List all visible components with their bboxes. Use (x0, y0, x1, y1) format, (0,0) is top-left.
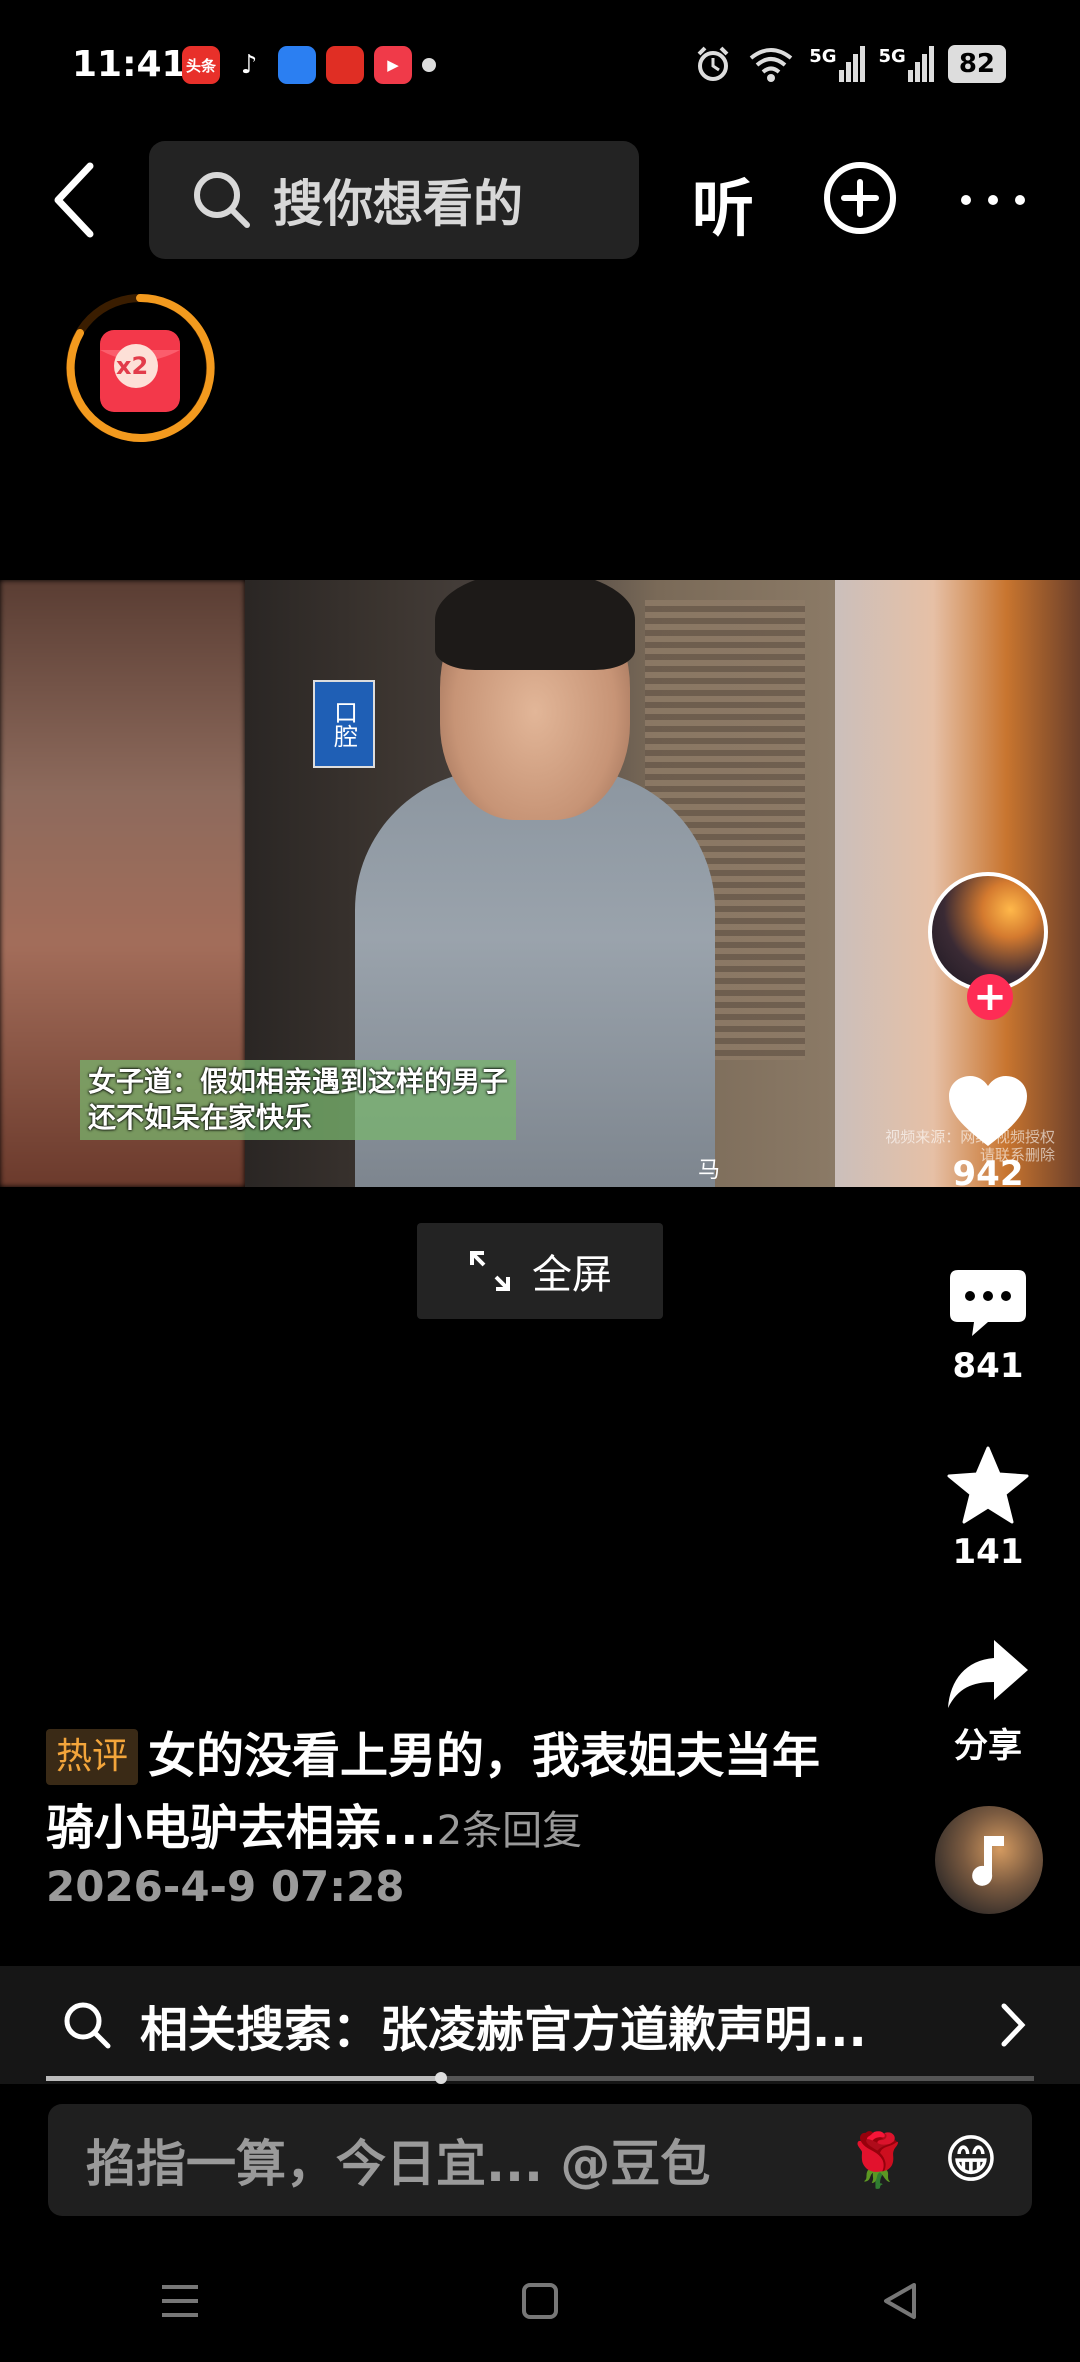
comment-button[interactable]: 841 (928, 1266, 1048, 1386)
signal-1-icon: 5G (809, 46, 865, 82)
fullscreen-label: 全屏 (532, 1252, 612, 1298)
status-indicators: 5G 5G 82 (693, 44, 1006, 84)
street-sign: 口腔 (313, 680, 375, 768)
menu-icon[interactable] (160, 2281, 200, 2321)
signal-2-icon: 5G (879, 46, 934, 82)
video-description[interactable]: 热评 女的没看上男的，我表姐夫当年骑小电驴去相亲...2条回复 (46, 1720, 846, 1867)
grin-emoji-button[interactable]: 😁 (944, 2130, 998, 2190)
video-player[interactable]: 口腔 女子道：假如相亲遇到这样的男子 还不如呆在家快乐 马 视频来源：网络 视频… (0, 580, 1080, 1187)
video-progress-fill (46, 2076, 442, 2081)
music-note-icon (972, 1836, 1004, 1886)
add-button[interactable] (822, 160, 898, 236)
post-date: 2026-4-9 07:28 (46, 1862, 405, 1911)
description-text: 女的没看上男的，我表姐夫当年骑小电驴去相亲... (46, 1728, 821, 1856)
favorite-count: 141 (952, 1532, 1024, 1572)
expand-icon (470, 1251, 510, 1291)
comment-count: 841 (952, 1346, 1024, 1386)
hot-comment-tag: 热评 (46, 1729, 139, 1785)
status-app-icons: 头条 ♪ ▶ (182, 46, 436, 84)
toutiao-app-icon: 头条 (182, 46, 220, 84)
back-button[interactable] (44, 160, 104, 240)
search-placeholder: 搜你想看的 (273, 175, 523, 233)
share-button[interactable]: 分享 (928, 1634, 1048, 1767)
back-triangle-icon[interactable] (880, 2281, 920, 2321)
more-button[interactable] (958, 180, 1028, 220)
comment-placeholder: 掐指一算，今日宜... @豆包 (86, 2135, 711, 2193)
listen-button[interactable]: 听 (692, 158, 754, 248)
favorite-button[interactable]: 141 (928, 1444, 1048, 1572)
related-search-text: 相关搜索：张凌赫官方道歉声明... (140, 2002, 867, 2058)
comment-input[interactable]: 掐指一算，今日宜... @豆包 🌹 😁 (48, 2104, 1032, 2216)
search-input[interactable]: 搜你想看的 (149, 141, 639, 259)
fullscreen-button[interactable]: 全屏 (417, 1223, 663, 1319)
home-square-icon[interactable] (520, 2281, 560, 2321)
comment-bubble-icon (950, 1270, 1026, 1336)
reply-count-link[interactable]: 2条回复 (437, 1808, 582, 1854)
tiktok-app-icon: ♪ (230, 46, 268, 84)
red-packet-multiplier: x2 (116, 352, 149, 380)
video-app-icon: ▶ (374, 46, 412, 84)
video-tag: 马 (698, 1158, 721, 1183)
music-disc-button[interactable] (935, 1806, 1043, 1914)
person-hair (435, 580, 635, 670)
share-label: 分享 (954, 1726, 1022, 1766)
battery-indicator: 82 (947, 45, 1006, 83)
rose-emoji-button[interactable]: 🌹 (845, 2130, 910, 2191)
wifi-icon (749, 48, 793, 82)
notification-dot-icon (422, 58, 436, 72)
pinduoduo-app-icon (326, 46, 364, 84)
plus-circle-icon (824, 162, 896, 234)
star-icon (947, 1446, 1029, 1524)
system-navigation-bar (0, 2240, 1080, 2362)
search-icon (194, 172, 250, 228)
heart-icon (949, 1076, 1027, 1146)
alarm-icon (697, 46, 729, 81)
follow-button[interactable]: + (967, 974, 1013, 1020)
like-button[interactable]: 942 (928, 1072, 1048, 1194)
red-packet-button[interactable]: x2 (60, 288, 220, 448)
share-arrow-icon (948, 1640, 1028, 1708)
related-search-bar[interactable]: 相关搜索：张凌赫官方道歉声明... (0, 1966, 1080, 2084)
like-count: 942 (952, 1154, 1024, 1194)
chevron-right-icon (1001, 2003, 1026, 2047)
more-dots-icon (961, 195, 1025, 205)
search-icon (64, 2002, 111, 2049)
video-caption: 女子道：假如相亲遇到这样的男子 还不如呆在家快乐 (80, 1060, 517, 1140)
status-time: 11:41 (72, 44, 187, 85)
chevron-left-icon (54, 162, 94, 238)
blue-app-icon (278, 46, 316, 84)
